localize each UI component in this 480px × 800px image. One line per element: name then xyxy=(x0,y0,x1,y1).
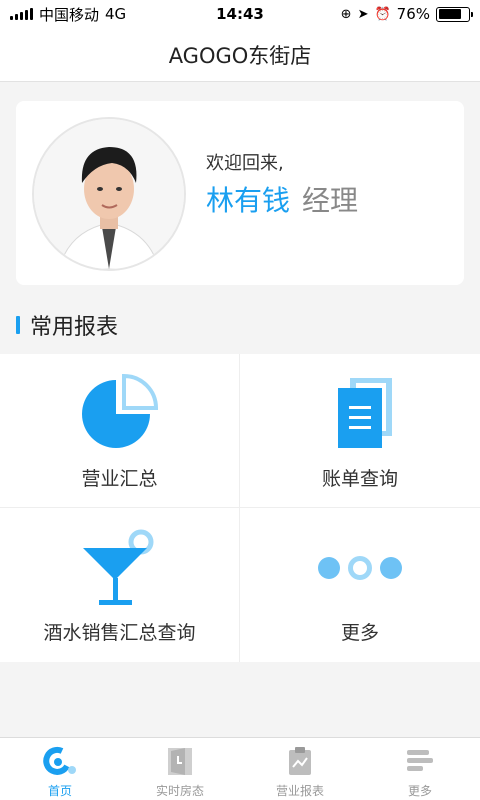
page-title: AGOGO东街店 xyxy=(168,43,312,68)
tab-label: 更多 xyxy=(407,784,432,798)
clipboard-chart-icon xyxy=(285,746,315,776)
report-label: 账单查询 xyxy=(321,468,398,490)
section-title: 常用报表 xyxy=(30,315,119,340)
avatar[interactable] xyxy=(32,117,186,271)
alarm-icon: ⏰ xyxy=(374,6,391,22)
pie-chart-icon xyxy=(80,374,160,454)
location-icon: ➤ xyxy=(357,6,369,22)
battery-percent: 76% xyxy=(396,5,430,23)
network-text: 4G xyxy=(105,5,127,23)
menu-lines-icon xyxy=(405,746,435,776)
report-item-drinks-sales[interactable]: 酒水销售汇总查询 xyxy=(0,508,240,662)
tab-room-status[interactable]: 实时房态 xyxy=(120,738,240,800)
welcome-text: 欢迎回来, xyxy=(206,153,284,174)
report-item-bill-query[interactable]: 账单查询 xyxy=(240,354,480,508)
user-role: 经理 xyxy=(302,184,359,217)
door-icon xyxy=(165,746,195,776)
more-dots-icon xyxy=(315,528,405,608)
tab-label: 实时房态 xyxy=(155,784,204,798)
home-icon xyxy=(43,746,77,776)
status-left: 中国移动 4G xyxy=(10,4,126,25)
tab-label: 首页 xyxy=(47,784,72,798)
report-item-business-summary[interactable]: 营业汇总 xyxy=(0,354,240,508)
status-bar: 中国移动 4G 14:43 ⊕ ➤ ⏰ 76% xyxy=(0,0,480,28)
battery-icon xyxy=(436,6,473,22)
tab-home[interactable]: 首页 xyxy=(0,738,120,800)
tab-more[interactable]: 更多 xyxy=(360,738,480,800)
avatar-portrait-icon xyxy=(34,119,184,269)
carrier-text: 中国移动 xyxy=(39,5,100,24)
cocktail-icon xyxy=(75,528,165,608)
report-label: 营业汇总 xyxy=(81,468,158,490)
report-label: 更多 xyxy=(340,622,379,644)
tab-label: 营业报表 xyxy=(275,784,324,798)
orientation-lock-icon: ⊕ xyxy=(340,6,352,22)
section-header: 常用报表 xyxy=(16,309,118,341)
tab-business-report[interactable]: 营业报表 xyxy=(240,738,360,800)
signal-icon xyxy=(10,8,33,20)
profile-card: 欢迎回来, 林有钱 经理 xyxy=(16,101,464,285)
report-item-more[interactable]: 更多 xyxy=(240,508,480,662)
status-right: ⊕ ➤ ⏰ 76% xyxy=(340,5,473,23)
tab-bar: 首页 实时房态 营业报表 更多 xyxy=(0,737,480,800)
user-name-row: 林有钱 经理 xyxy=(206,179,358,219)
report-grid: 营业汇总 账单查询 酒水销售汇总查询 更多 xyxy=(0,354,480,662)
nav-bar: AGOGO东街店 xyxy=(0,28,480,82)
report-label: 酒水销售汇总查询 xyxy=(43,622,196,644)
section-accent-bar xyxy=(16,316,20,334)
document-icon xyxy=(320,374,400,454)
user-name: 林有钱 xyxy=(206,184,291,217)
